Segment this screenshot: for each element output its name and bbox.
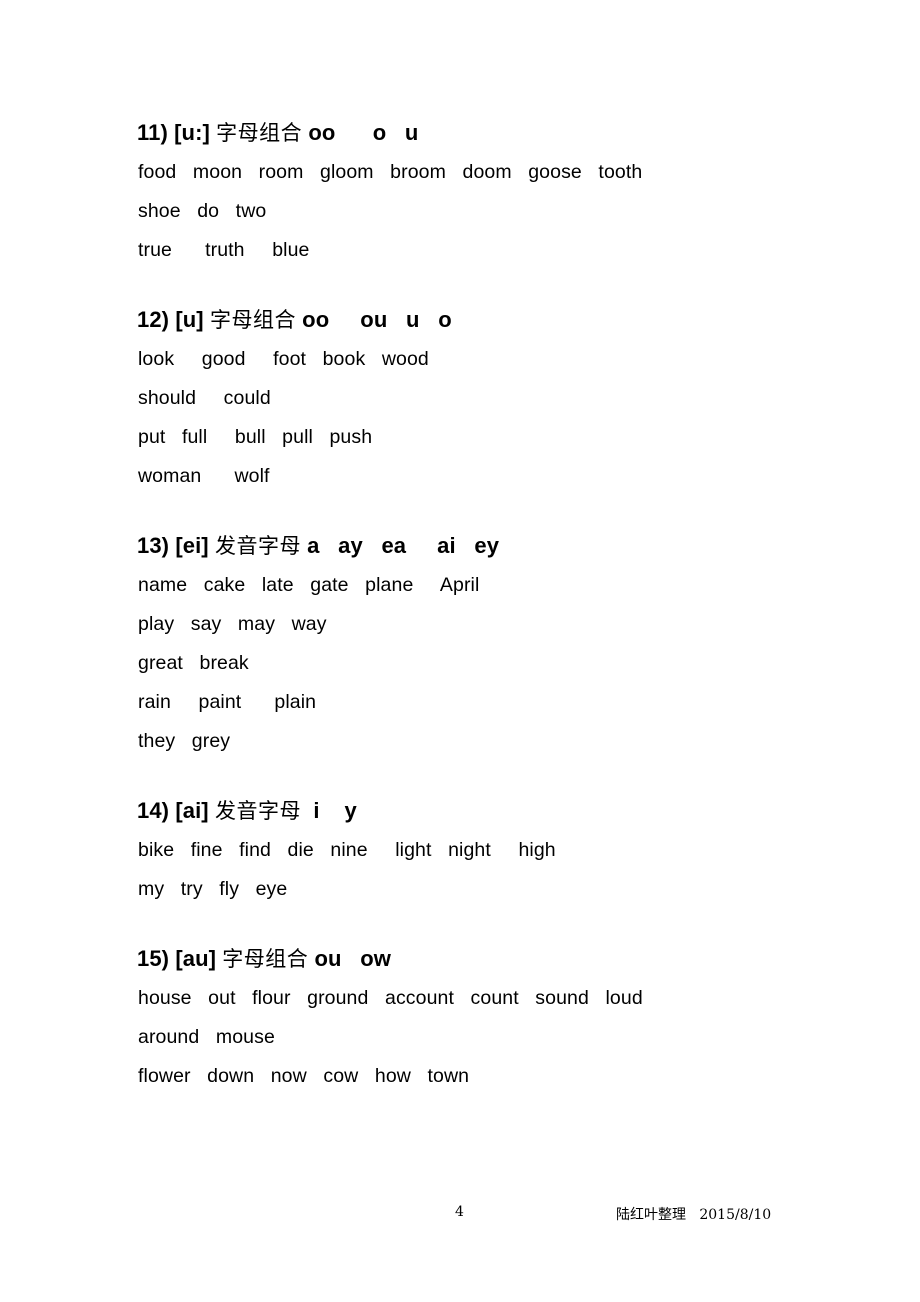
footer-date: 2015/8/10 xyxy=(699,1207,772,1223)
word-line: name cake late gate plane April xyxy=(138,574,480,596)
page-number: 4 xyxy=(455,1204,464,1220)
section-14-number: 14) xyxy=(137,798,170,823)
section-15: 15) [au] 字母组合 ou ow house out flour grou… xyxy=(137,939,838,1096)
section-13-phoneme: [ei] xyxy=(175,533,209,558)
section-11: 11) [u:] 字母组合 oo o u food moon room gloo… xyxy=(137,113,838,270)
word-line: food moon room gloom broom doom goose to… xyxy=(138,161,643,183)
section-11-heading: 11) [u:] 字母组合 oo o u xyxy=(137,113,838,153)
footer-author-label: 陆红叶整理 xyxy=(616,1207,686,1223)
word-line: house out flour ground account count sou… xyxy=(138,987,643,1009)
section-15-phoneme: [au] xyxy=(175,946,217,971)
word-line: bike fine find die nine light night high xyxy=(138,839,556,861)
word-line: look good foot book wood xyxy=(138,348,429,370)
word-line: play say may way xyxy=(138,613,327,635)
document-body: 11) [u:] 字母组合 oo o u food moon room gloo… xyxy=(137,113,838,1096)
section-12-number: 12) xyxy=(137,307,170,332)
section-13-rule-label: 发音字母 xyxy=(214,534,301,558)
section-11-phoneme: [u:] xyxy=(174,120,210,145)
word-line: rain paint plain xyxy=(138,691,317,713)
section-12-heading: 12) [u] 字母组合 oo ou u o xyxy=(137,300,838,340)
word-line: around mouse xyxy=(138,1026,275,1048)
word-line: my try fly eye xyxy=(138,878,288,900)
word-line: should could xyxy=(138,387,271,409)
section-11-letters: oo o u xyxy=(308,120,419,145)
section-12-phoneme: [u] xyxy=(175,307,204,332)
word-line: true truth blue xyxy=(138,239,310,261)
page-footer: 4 陆红叶整理 2015/8/10 xyxy=(0,1204,920,1228)
section-13: 13) [ei] 发音字母 a ay ea ai ey name cake la… xyxy=(137,526,838,761)
section-12: 12) [u] 字母组合 oo ou u o look good foot bo… xyxy=(137,300,838,496)
section-14-phoneme: [ai] xyxy=(175,798,209,823)
word-line: woman wolf xyxy=(138,465,270,487)
section-15-number: 15) xyxy=(137,946,170,971)
section-15-rule-label: 字母组合 xyxy=(222,947,309,971)
section-14-rule-label: 发音字母 xyxy=(214,799,301,823)
section-13-letters: a ay ea ai ey xyxy=(307,533,500,558)
section-12-letters: oo ou u o xyxy=(302,307,452,332)
section-15-letters: ou ow xyxy=(314,946,391,971)
section-14-letters: i y xyxy=(307,798,357,823)
word-line: great break xyxy=(138,652,249,674)
section-14: 14) [ai] 发音字母 i y bike fine find die nin… xyxy=(137,791,838,909)
word-line: flower down now cow how town xyxy=(138,1065,470,1087)
footer-credit: 陆红叶整理 2015/8/10 xyxy=(616,1204,771,1224)
section-12-rule-label: 字母组合 xyxy=(209,308,296,332)
word-line: they grey xyxy=(138,730,231,752)
section-11-rule-label: 字母组合 xyxy=(216,121,303,145)
section-11-number: 11) xyxy=(137,120,168,145)
document-page: 11) [u:] 字母组合 oo o u food moon room gloo… xyxy=(0,0,920,1302)
section-13-heading: 13) [ei] 发音字母 a ay ea ai ey xyxy=(137,526,838,566)
word-line: put full bull pull push xyxy=(138,426,373,448)
section-13-number: 13) xyxy=(137,533,170,558)
section-15-heading: 15) [au] 字母组合 ou ow xyxy=(137,939,838,979)
section-14-heading: 14) [ai] 发音字母 i y xyxy=(137,791,838,831)
word-line: shoe do two xyxy=(138,200,267,222)
